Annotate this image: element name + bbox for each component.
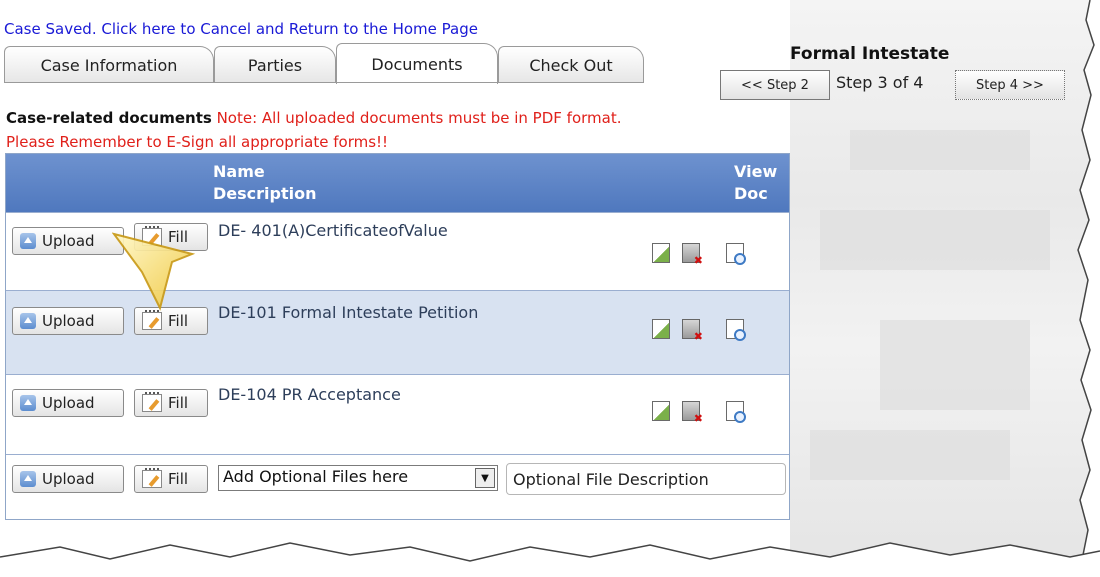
optional-file-description-input[interactable]: Optional File Description xyxy=(506,463,786,495)
upload-label: Upload xyxy=(42,312,95,330)
fill-button[interactable]: Fill xyxy=(134,389,208,417)
tab-label: Parties xyxy=(247,55,303,75)
optional-files-select[interactable]: Add Optional Files here ▼ xyxy=(218,465,498,491)
column-view: View xyxy=(734,162,778,181)
tab-label: Case Information xyxy=(40,55,178,75)
esign-reminder: Please Remember to E-Sign all appropriat… xyxy=(6,133,389,151)
page-title: Formal Intestate xyxy=(790,44,950,64)
documents-heading: Case-related documents Note: All uploade… xyxy=(6,109,622,127)
callout-arrow xyxy=(112,232,196,311)
upload-icon xyxy=(20,395,36,411)
upload-icon xyxy=(20,471,36,487)
view-document-icon[interactable] xyxy=(726,319,746,341)
fill-form-icon xyxy=(142,310,162,330)
column-description: Description xyxy=(213,184,317,203)
fill-label: Fill xyxy=(168,312,189,330)
upload-button[interactable]: Upload xyxy=(12,227,124,255)
column-doc: Doc xyxy=(734,184,768,203)
cancel-return-home-link[interactable]: Case Saved. Click here to Cancel and Ret… xyxy=(4,20,478,38)
fill-form-icon xyxy=(142,468,162,488)
fill-label: Fill xyxy=(168,470,189,488)
tab-baseline xyxy=(4,82,644,83)
prev-step-button[interactable]: << Step 2 xyxy=(720,70,830,100)
optional-description-value: Optional File Description xyxy=(513,469,709,489)
fill-label: Fill xyxy=(168,394,189,412)
upload-icon xyxy=(20,233,36,249)
torn-edge-bottom xyxy=(0,542,1100,577)
documents-grid: Name Description View Doc Upload Fill DE… xyxy=(5,153,790,520)
upload-button[interactable]: Upload xyxy=(12,307,124,335)
view-document-icon[interactable] xyxy=(726,243,746,265)
document-name: DE-104 PR Acceptance xyxy=(218,385,401,404)
fill-button[interactable]: Fill xyxy=(134,465,208,493)
delete-icon[interactable] xyxy=(682,401,703,425)
delete-icon[interactable] xyxy=(682,319,703,343)
edit-icon[interactable] xyxy=(652,319,670,339)
optional-file-row: Upload Fill Add Optional Files here ▼ Op… xyxy=(6,454,789,520)
tab-documents[interactable]: Documents xyxy=(336,43,498,84)
fill-form-icon xyxy=(142,392,162,412)
table-row: Upload Fill DE-104 PR Acceptance xyxy=(6,374,789,455)
column-name: Name xyxy=(213,162,265,181)
edit-icon[interactable] xyxy=(652,401,670,421)
chevron-down-icon[interactable]: ▼ xyxy=(475,468,495,488)
view-document-icon[interactable] xyxy=(726,401,746,423)
upload-button[interactable]: Upload xyxy=(12,465,124,493)
documents-title: Case-related documents xyxy=(6,109,212,127)
grid-header: Name Description View Doc xyxy=(6,154,789,212)
document-name: DE-101 Formal Intestate Petition xyxy=(218,303,479,322)
step-status: Step 3 of 4 xyxy=(836,73,924,92)
torn-edge-right xyxy=(1077,0,1100,577)
tab-label: Check Out xyxy=(529,55,613,75)
delete-icon[interactable] xyxy=(682,243,703,267)
tab-case-information[interactable]: Case Information xyxy=(4,46,214,83)
document-name: DE- 401(A)CertificateofValue xyxy=(218,221,448,240)
next-step-button[interactable]: Step 4 >> xyxy=(955,70,1065,100)
edit-icon[interactable] xyxy=(652,243,670,263)
upload-icon xyxy=(20,313,36,329)
pdf-format-note: Note: All uploaded documents must be in … xyxy=(216,109,622,127)
upload-label: Upload xyxy=(42,470,95,488)
upload-label: Upload xyxy=(42,232,95,250)
tab-label: Documents xyxy=(371,54,463,74)
tab-check-out[interactable]: Check Out xyxy=(498,46,644,83)
upload-button[interactable]: Upload xyxy=(12,389,124,417)
optional-files-value: Add Optional Files here xyxy=(223,467,409,486)
tab-parties[interactable]: Parties xyxy=(214,46,336,83)
upload-label: Upload xyxy=(42,394,95,412)
